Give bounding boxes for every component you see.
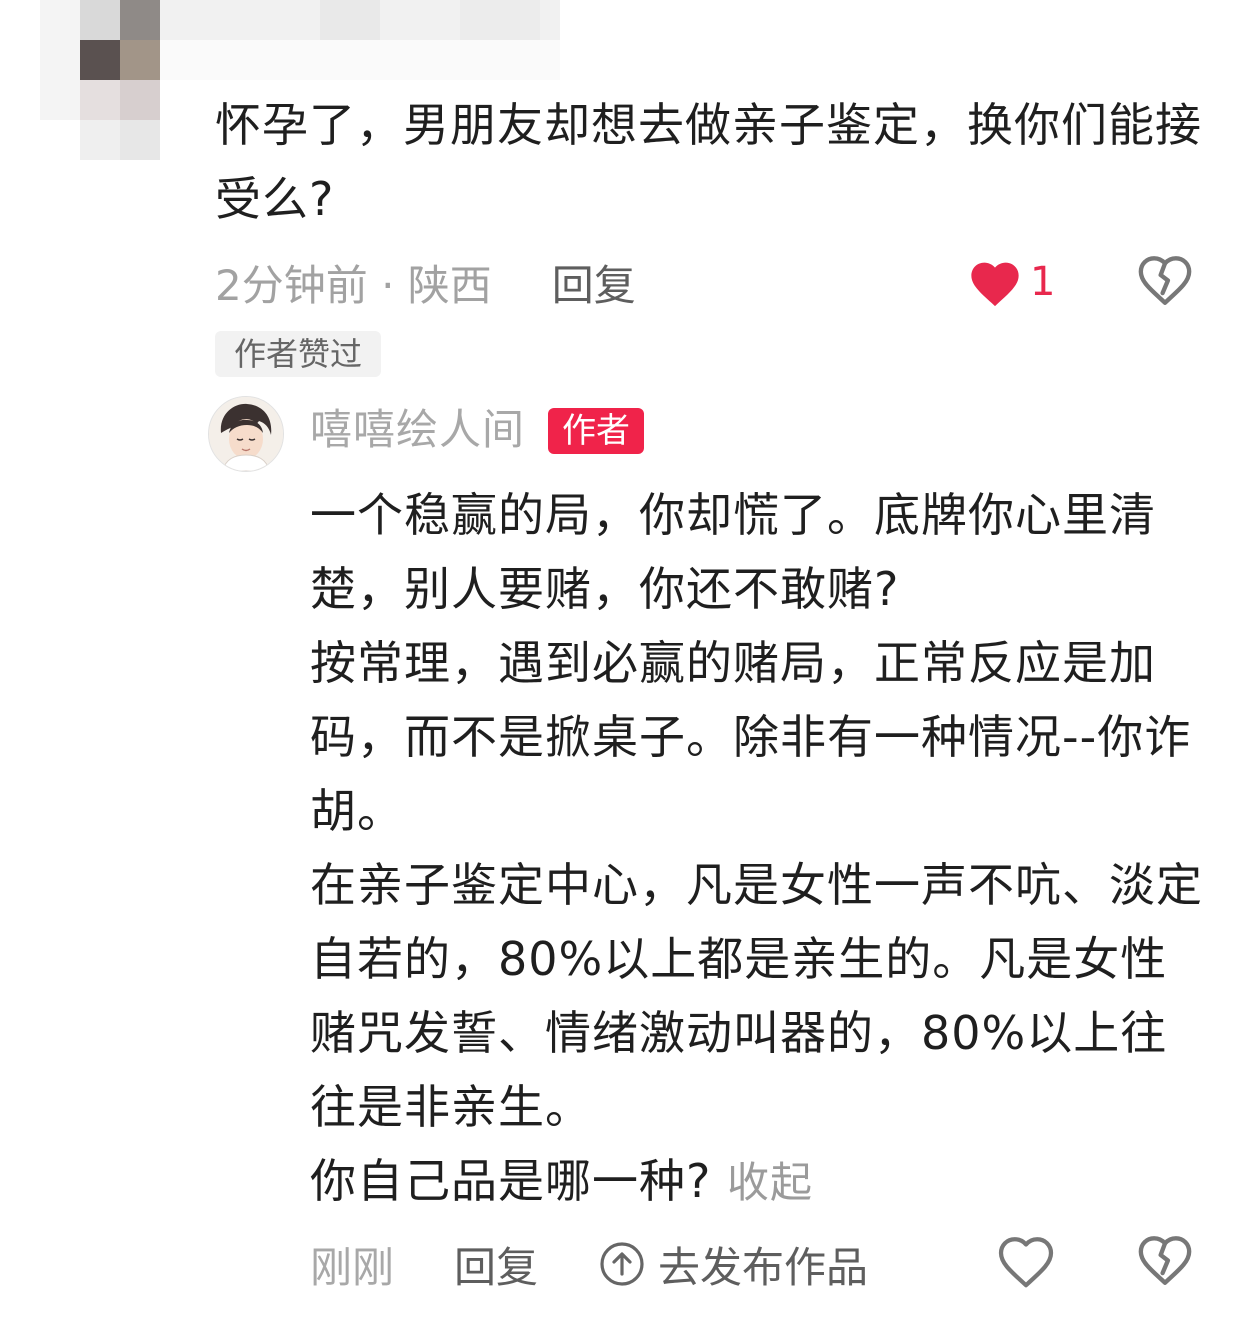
publish-label: 去发布作品	[658, 1242, 869, 1292]
author-name[interactable]: 嘻嘻绘人间	[310, 402, 525, 458]
reply-paragraph: 一个稳赢的局，你却慌了。底牌你心里清楚，别人要赌，你还不敢赌?	[310, 488, 1156, 616]
author-avatar[interactable]	[208, 396, 284, 472]
comment-time-location: 2分钟前 · 陕西	[215, 260, 492, 310]
upload-arrow-icon	[600, 1242, 644, 1286]
broken-heart-icon	[1138, 256, 1192, 305]
comment-text: 怀孕了，男朋友却想去做亲子鉴定，换你们能接受么?	[215, 98, 1202, 226]
heart-filled-icon	[971, 262, 1019, 307]
reply-meta: 刚刚 回复 去发布作品	[310, 1232, 868, 1296]
like-count: 1	[1030, 259, 1056, 305]
author-liked-badge: 作者赞过	[215, 331, 381, 377]
avatar-illustration	[209, 397, 283, 471]
reply-reply-button[interactable]: 回复	[454, 1234, 538, 1295]
heart-outline-icon	[998, 1237, 1054, 1288]
reply-paragraph: 你自己品是哪一种?	[310, 1154, 712, 1208]
comment-dislike-button[interactable]	[1136, 252, 1194, 310]
author-reply-text: 一个稳赢的局，你却慌了。底牌你心里清楚，别人要赌，你还不敢赌? 按常理，遇到必赢…	[310, 478, 1210, 1220]
reply-dislike-button[interactable]	[1136, 1232, 1194, 1290]
collapse-button[interactable]: 收起	[727, 1158, 813, 1207]
broken-heart-icon	[1138, 1236, 1192, 1285]
reply-time: 刚刚	[310, 1242, 395, 1292]
reply-paragraph-last: 你自己品是哪一种? 收起	[310, 1144, 1210, 1220]
reply-paragraph: 按常理，遇到必赢的赌局，正常反应是加码，而不是掀桌子。除非有一种情况--你诈胡。	[310, 636, 1192, 838]
publish-work-button[interactable]: 去发布作品	[598, 1234, 868, 1295]
comment-meta: 2分钟前 · 陕西 回复	[215, 252, 636, 312]
reply-paragraph: 在亲子鉴定中心，凡是女性一声不吭、淡定自若的，80%以上都是亲生的。凡是女性赌咒…	[310, 858, 1203, 1134]
comment-reply-button[interactable]: 回复	[552, 252, 636, 313]
reply-like-button[interactable]	[996, 1232, 1056, 1292]
author-tag: 作者	[548, 408, 644, 454]
comment-like-button[interactable]: 1	[966, 252, 1055, 312]
